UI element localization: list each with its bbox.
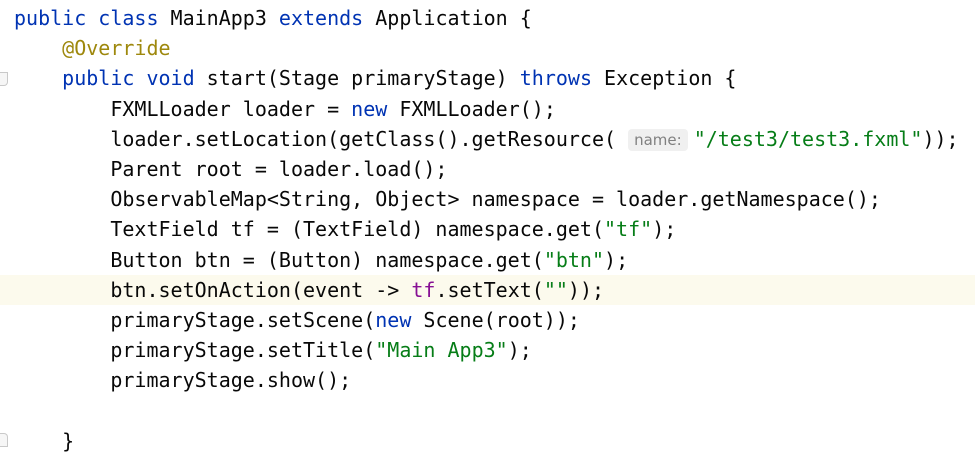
code-token: Parent root = loader.load(); [14,156,448,181]
code-line[interactable]: TextField tf = (TextField) namespace.get… [14,214,975,244]
code-token: )); [567,277,605,302]
code-line[interactable]: @Override [14,33,975,63]
code-token: "btn" [543,247,605,272]
code-line[interactable]: primaryStage.setScene(new Scene(root)); [14,305,975,335]
code-line[interactable]: primaryStage.setTitle("Main App3"); [14,335,975,365]
parameter-hint: name: [628,128,688,151]
code-token: Application { [363,6,532,30]
code-line[interactable] [14,395,975,425]
code-token: Exception { [591,66,737,91]
code-token: ObservableMap<String, Object> namespace … [14,187,881,212]
code-token: loader.setLocation(getClass().getResourc… [14,126,629,151]
current-code-line[interactable]: btn.setOnAction(event -> tf.setText(""))… [0,274,975,305]
code-token: throws [519,66,592,91]
code-line[interactable]: public class MainApp3 extends Applicatio… [14,3,975,33]
code-token: start(Stage primaryStage) [194,66,520,91]
code-line[interactable]: ObservableMap<String, Object> namespace … [14,184,975,214]
code-line[interactable]: Parent root = loader.load(); [14,154,975,184]
code-line[interactable]: loader.setLocation(getClass().getResourc… [14,124,975,154]
code-token: "/test3/test3.fxml" [693,126,923,151]
fold-end-icon[interactable] [0,433,8,447]
code-token: FXMLLoader loader = [14,96,352,121]
code-line[interactable]: public void start(Stage primaryStage) th… [14,63,975,93]
code-token: primaryStage.setTitle( [14,338,376,363]
code-token: } [14,428,75,453]
code-editor[interactable]: public class MainApp3 extends Applicatio… [0,0,975,466]
code-token: new [375,307,412,332]
code-token: TextField tf = (TextField) namespace.get… [14,217,605,242]
code-line[interactable]: primaryStage.show(); [14,365,975,395]
code-token: "Main App3" [375,338,508,363]
code-token: primaryStage.show(); [14,368,352,393]
editor-gutter [0,0,8,466]
code-token: Scene(root)); [411,307,580,332]
code-token: "" [543,277,568,302]
code-token: ); [507,338,532,363]
code-token: btn.setOnAction(event -> [14,277,412,302]
code-token: @Override [62,36,171,61]
code-line[interactable]: } [14,426,975,456]
code-token: MainApp3 [158,6,279,30]
code-token: primaryStage.setScene( [14,307,376,332]
code-token: ); [652,217,677,242]
code-line[interactable]: FXMLLoader loader = new FXMLLoader(); [14,94,975,124]
code-token: extends [278,6,364,30]
code-token: public class [14,6,159,30]
code-token: )); [922,126,959,151]
code-area[interactable]: public class MainApp3 extends Applicatio… [0,3,975,456]
code-token: Button btn = (Button) namespace.get( [14,247,544,272]
code-line[interactable]: Button btn = (Button) namespace.get("btn… [14,245,975,275]
code-token: public void [62,66,195,91]
code-token: FXMLLoader(); [387,96,556,121]
code-token: new [351,96,388,121]
code-token: "tf" [604,217,653,242]
code-token: tf [411,277,436,302]
fold-start-icon[interactable] [0,72,8,86]
code-token: ); [604,247,629,272]
code-token: .setText( [435,277,544,302]
